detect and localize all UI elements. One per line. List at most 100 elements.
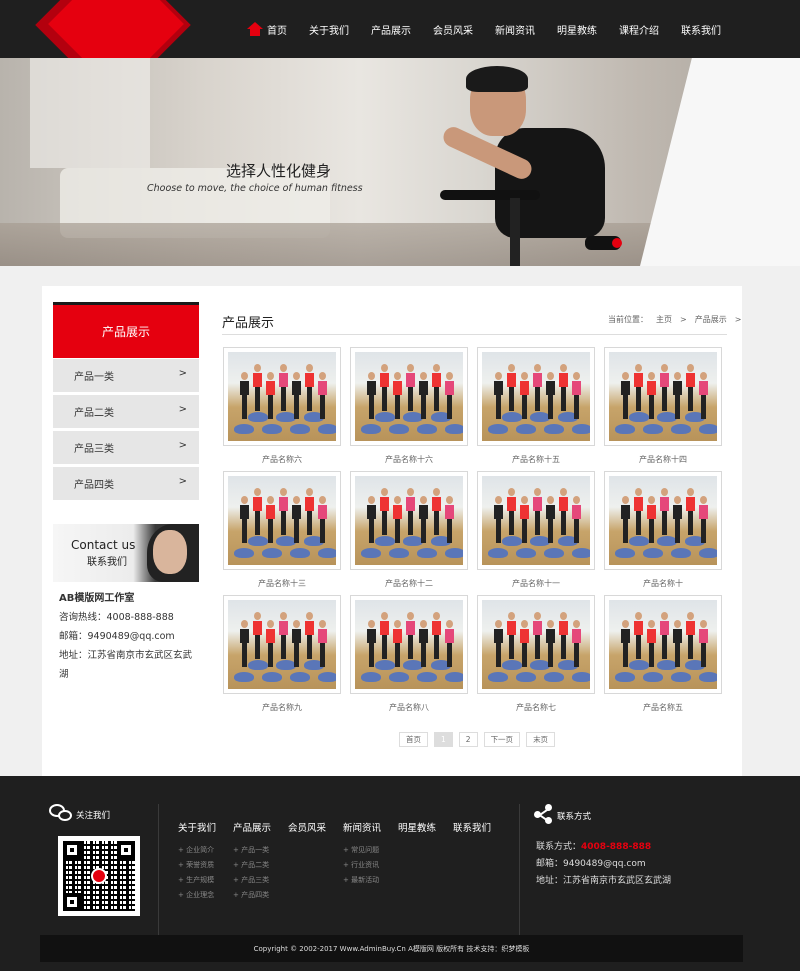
footer-column-heading[interactable]: 产品展示 xyxy=(233,820,288,834)
product-image[interactable] xyxy=(604,347,722,446)
contact-phone: 4008-888-888 xyxy=(581,842,652,852)
sidebar-item-category-2[interactable]: 产品二类 > xyxy=(53,395,199,428)
nav-item-news[interactable]: 新闻资讯 xyxy=(484,0,546,58)
product-card[interactable]: 产品名称十二 xyxy=(350,471,468,589)
product-name[interactable]: 产品名称六 xyxy=(223,454,341,465)
product-card[interactable]: 产品名称六 xyxy=(223,347,341,465)
product-name[interactable]: 产品名称十四 xyxy=(604,454,722,465)
page-last-button[interactable]: 末页 xyxy=(526,732,556,747)
product-image[interactable] xyxy=(223,347,341,446)
product-name[interactable]: 产品名称七 xyxy=(477,702,595,713)
footer-link[interactable]: + 荣誉资质 xyxy=(178,858,233,873)
product-name[interactable]: 产品名称十一 xyxy=(477,578,595,589)
product-name[interactable]: 产品名称十六 xyxy=(350,454,468,465)
chevron-right-icon: > xyxy=(178,440,187,451)
product-name[interactable]: 产品名称十三 xyxy=(223,578,341,589)
product-name[interactable]: 产品名称十二 xyxy=(350,578,468,589)
product-card[interactable]: 产品名称九 xyxy=(223,595,341,713)
nav-item-products[interactable]: 产品展示 xyxy=(360,0,422,58)
product-name[interactable]: 产品名称九 xyxy=(223,702,341,713)
plus-icon: + xyxy=(343,876,352,884)
product-photo xyxy=(609,600,717,689)
sidebar-item-category-3[interactable]: 产品三类 > xyxy=(53,431,199,464)
footer-column: 新闻资讯 + 常见问题 + 行业资讯 + 最新活动 xyxy=(343,820,398,903)
product-card[interactable]: 产品名称十六 xyxy=(350,347,468,465)
plus-icon: + xyxy=(178,891,187,899)
breadcrumb-prefix: 当前位置： xyxy=(608,315,648,324)
footer-column-heading[interactable]: 关于我们 xyxy=(178,820,233,834)
product-image[interactable] xyxy=(604,595,722,694)
product-name[interactable]: 产品名称八 xyxy=(350,702,468,713)
contact-label: 联系方式： xyxy=(536,842,582,852)
product-image[interactable] xyxy=(477,471,595,570)
product-name[interactable]: 产品名称十五 xyxy=(477,454,595,465)
nav-item-courses[interactable]: 课程介绍 xyxy=(608,0,670,58)
product-image[interactable] xyxy=(604,471,722,570)
product-card[interactable]: 产品名称十五 xyxy=(477,347,595,465)
main-content: 产品展示 产品一类 > 产品二类 > 产品三类 > 产品四类 > Contact… xyxy=(42,286,742,776)
product-image[interactable] xyxy=(477,347,595,446)
product-photo xyxy=(355,600,463,689)
nav-item-coaches[interactable]: 明星教练 xyxy=(546,0,608,58)
product-name[interactable]: 产品名称十 xyxy=(604,578,722,589)
page-first-button[interactable]: 首页 xyxy=(399,732,428,747)
footer-link[interactable]: + 企业简介 xyxy=(178,843,233,858)
product-card[interactable]: 产品名称十四 xyxy=(604,347,722,465)
product-image[interactable] xyxy=(350,595,468,694)
footer-link-label: 产品一类 xyxy=(241,846,270,854)
product-image[interactable] xyxy=(223,471,341,570)
product-card[interactable]: 产品名称八 xyxy=(350,595,468,713)
nav-label: 首页 xyxy=(267,25,287,37)
chevron-right-icon: > xyxy=(178,404,187,415)
sidebar-item-category-1[interactable]: 产品一类 > xyxy=(53,359,199,392)
page-2-button[interactable]: 2 xyxy=(458,732,478,747)
product-image[interactable] xyxy=(350,347,468,446)
qr-logo-icon xyxy=(91,868,107,884)
footer-link[interactable]: + 常见问题 xyxy=(343,843,398,858)
footer-link[interactable]: + 产品四类 xyxy=(233,888,288,903)
plus-icon: + xyxy=(233,891,242,899)
nav-item-members[interactable]: 会员风采 xyxy=(422,0,484,58)
footer-link[interactable]: + 产品二类 xyxy=(233,858,288,873)
product-photo xyxy=(609,476,717,565)
bike-frame xyxy=(510,198,520,266)
plus-icon: + xyxy=(233,861,242,869)
footer-column-heading[interactable]: 明星教练 xyxy=(398,820,453,834)
product-card[interactable]: 产品名称五 xyxy=(604,595,722,713)
contact-person-face xyxy=(153,530,187,574)
footer-column: 产品展示 + 产品一类 + 产品二类 + 产品三类 + 产品四类 xyxy=(233,820,288,903)
nav-item-home[interactable]: 首页 xyxy=(236,0,298,58)
banner-title: 选择人性化健身 xyxy=(226,162,332,180)
product-image[interactable] xyxy=(223,595,341,694)
footer-link[interactable]: + 产品三类 xyxy=(233,873,288,888)
footer-column-heading[interactable]: 会员风采 xyxy=(288,820,343,834)
follow-us-label: 关注我们 xyxy=(76,811,111,821)
nav-item-about[interactable]: 关于我们 xyxy=(298,0,360,58)
sidebar-item-category-4[interactable]: 产品四类 > xyxy=(53,467,199,500)
plus-icon: + xyxy=(178,861,187,869)
page-1-button[interactable]: 1 xyxy=(434,732,453,747)
wechat-icon xyxy=(49,804,73,822)
footer-link[interactable]: + 生产规模 xyxy=(178,873,233,888)
sidebar-item-label: 产品二类 xyxy=(74,408,114,419)
breadcrumb-home[interactable]: 主页 xyxy=(656,315,672,324)
product-photo xyxy=(482,600,590,689)
company-name: AB模版网工作室 xyxy=(59,593,135,604)
page-next-button[interactable]: 下一页 xyxy=(483,732,521,747)
product-card[interactable]: 产品名称十 xyxy=(604,471,722,589)
product-image[interactable] xyxy=(477,595,595,694)
footer-link[interactable]: + 行业资讯 xyxy=(343,858,398,873)
footer-column-heading[interactable]: 新闻资讯 xyxy=(343,820,398,834)
footer-link[interactable]: + 最新活动 xyxy=(343,873,398,888)
product-card[interactable]: 产品名称十一 xyxy=(477,471,595,589)
product-card[interactable]: 产品名称十三 xyxy=(223,471,341,589)
breadcrumb-current[interactable]: 产品展示 xyxy=(695,315,727,324)
footer-link[interactable]: + 产品一类 xyxy=(233,843,288,858)
product-image[interactable] xyxy=(350,471,468,570)
footer-link[interactable]: + 企业理念 xyxy=(178,888,233,903)
product-card[interactable]: 产品名称七 xyxy=(477,595,595,713)
footer-link-label: 企业简介 xyxy=(186,846,215,854)
product-name[interactable]: 产品名称五 xyxy=(604,702,722,713)
nav-item-contact[interactable]: 联系我们 xyxy=(670,0,732,58)
footer-column-heading[interactable]: 联系我们 xyxy=(453,820,508,834)
